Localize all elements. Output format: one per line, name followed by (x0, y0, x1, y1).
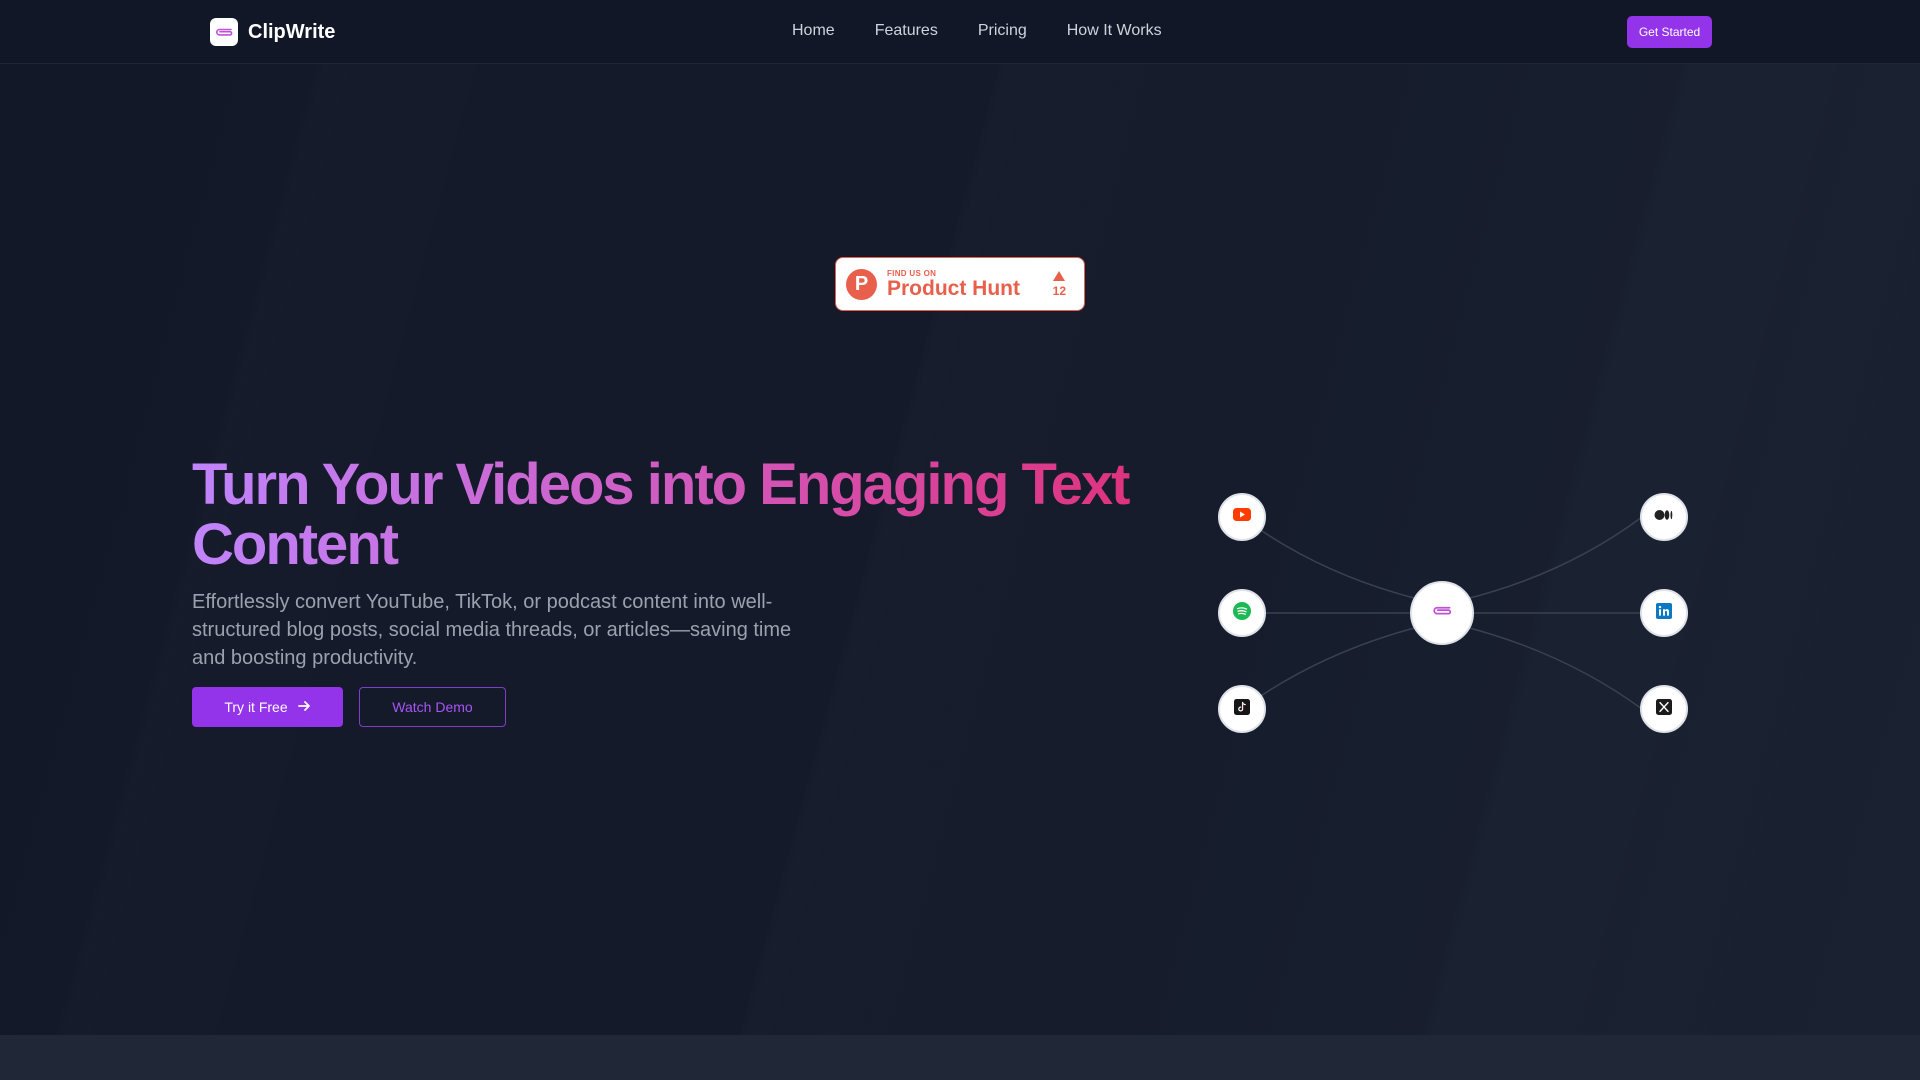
next-section (0, 1035, 1920, 1080)
nav-pricing[interactable]: Pricing (978, 22, 1027, 40)
nav-home[interactable]: Home (792, 22, 835, 40)
try-free-button[interactable]: Try it Free (192, 687, 343, 727)
spotify-icon (1233, 601, 1251, 625)
paperclip-icon (1431, 604, 1453, 622)
node-spotify[interactable] (1218, 589, 1266, 637)
tiktok-icon (1234, 698, 1250, 720)
get-started-button[interactable]: Get Started (1627, 16, 1712, 48)
connector-tiktok (1241, 625, 1423, 710)
medium-icon (1654, 508, 1674, 526)
node-medium[interactable] (1640, 493, 1688, 541)
youtube-icon (1233, 508, 1251, 526)
connector-x (1461, 625, 1643, 710)
linkedin-icon (1656, 602, 1672, 624)
integration-diagram (1200, 480, 1720, 750)
hero-headline: Turn Your Videos into Engaging Text Cont… (192, 455, 1162, 575)
brand-name: ClipWrite (248, 20, 336, 43)
product-hunt-badge[interactable]: P FIND US ON Product Hunt 12 (835, 257, 1085, 311)
node-x[interactable] (1640, 685, 1688, 733)
nav-features[interactable]: Features (875, 22, 938, 40)
try-free-label: Try it Free (224, 699, 288, 715)
node-youtube[interactable] (1218, 493, 1266, 541)
hero-subtext: Effortlessly convert YouTube, TikTok, or… (192, 591, 792, 669)
watch-demo-button[interactable]: Watch Demo (359, 687, 506, 727)
product-hunt-name: Product Hunt (887, 276, 1020, 300)
connector-medium (1461, 516, 1643, 601)
triangle-up-icon (1053, 270, 1066, 281)
nav-how-it-works[interactable]: How It Works (1067, 22, 1162, 40)
nav-links: Home Features Pricing How It Works (792, 22, 1162, 40)
node-clipwrite[interactable] (1410, 581, 1474, 645)
vote-count: 12 (1052, 283, 1066, 298)
paperclip-icon (210, 18, 238, 46)
product-hunt-logo-icon: P (846, 268, 877, 300)
product-hunt-votes: 12 (1052, 270, 1066, 298)
top-nav: ClipWrite Home Features Pricing How It W… (0, 0, 1920, 64)
brand-link[interactable]: ClipWrite (210, 18, 335, 46)
node-tiktok[interactable] (1218, 685, 1266, 733)
node-linkedin[interactable] (1640, 589, 1688, 637)
page: ClipWrite Home Features Pricing How It W… (0, 0, 1920, 1080)
x-icon (1656, 698, 1672, 720)
connector-youtube (1241, 516, 1423, 601)
arrow-right-icon (297, 699, 311, 715)
product-hunt-text: FIND US ON Product Hunt (887, 269, 1020, 300)
